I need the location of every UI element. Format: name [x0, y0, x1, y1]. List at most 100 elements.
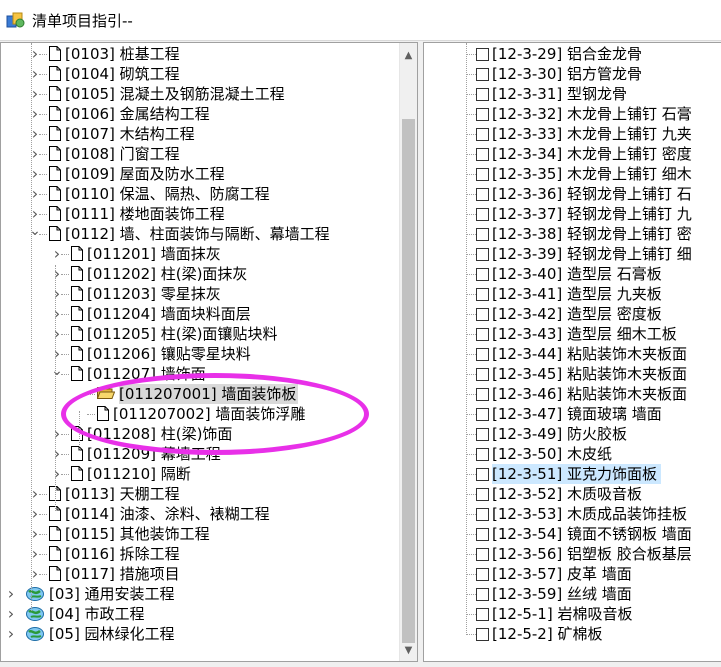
chevron-right-icon[interactable]: › [51, 304, 63, 324]
item-checkbox[interactable] [476, 468, 489, 481]
tree-row[interactable]: › [011210] 隔断 [1, 464, 400, 484]
item-checkbox[interactable] [476, 528, 489, 541]
tree-row[interactable]: › [0115] 其他装饰工程 [1, 524, 400, 544]
tree-row[interactable]: › [0106] 金属结构工程 [1, 104, 400, 124]
chevron-right-icon[interactable]: › [51, 424, 63, 444]
tree-row[interactable]: › [011204] 墙面块料面层 [1, 304, 400, 324]
list-item[interactable]: [12-3-56] 铝塑板 胶合板基层 [424, 544, 721, 564]
item-checkbox[interactable] [476, 408, 489, 421]
tree-row[interactable]: [011207001] 墙面装饰板 [1, 384, 400, 404]
item-checkbox[interactable] [476, 628, 489, 641]
tree-row[interactable]: ⌄ [011207] 墙饰面 [1, 364, 400, 384]
chevron-right-icon[interactable]: › [5, 604, 17, 624]
item-checkbox[interactable] [476, 68, 489, 81]
tree-row[interactable]: › [0109] 屋面及防水工程 [1, 164, 400, 184]
tree-row[interactable]: › [0110] 保温、隔热、防腐工程 [1, 184, 400, 204]
item-checkbox[interactable] [476, 168, 489, 181]
tree-row[interactable]: › [0113] 天棚工程 [1, 484, 400, 504]
list-item[interactable]: [12-3-50] 木皮纸 [424, 444, 721, 464]
item-checkbox[interactable] [476, 348, 489, 361]
list-item[interactable]: [12-3-35] 木龙骨上铺钉 细木 [424, 164, 721, 184]
list-item[interactable]: [12-3-32] 木龙骨上铺钉 石膏 [424, 104, 721, 124]
item-checkbox[interactable] [476, 488, 489, 501]
scroll-up-arrow-icon[interactable]: ▲ [400, 47, 417, 64]
tree-row[interactable]: › [04] 市政工程 [1, 604, 400, 624]
list-item[interactable]: [12-3-51] 亚克力饰面板 [424, 464, 721, 484]
tree-row[interactable]: › [011209] 幕墙工程 [1, 444, 400, 464]
item-checkbox[interactable] [476, 388, 489, 401]
item-checkbox[interactable] [476, 368, 489, 381]
list-item[interactable]: [12-3-59] 丝绒 墙面 [424, 584, 721, 604]
scroll-thumb[interactable] [402, 119, 415, 643]
item-checkbox[interactable] [476, 228, 489, 241]
item-checkbox[interactable] [476, 248, 489, 261]
list-item[interactable]: [12-3-29] 铝合金龙骨 [424, 44, 721, 64]
item-checkbox[interactable] [476, 308, 489, 321]
tree-row[interactable]: › [011201] 墙面抹灰 [1, 244, 400, 264]
item-checkbox[interactable] [476, 88, 489, 101]
tree-row[interactable]: › [0107] 木结构工程 [1, 124, 400, 144]
tree-row[interactable]: › [011202] 柱(梁)面抹灰 [1, 264, 400, 284]
chevron-down-icon[interactable]: ⌄ [51, 364, 63, 384]
tree-row[interactable]: › [0108] 门窗工程 [1, 144, 400, 164]
list-item[interactable]: [12-3-39] 轻钢龙骨上铺钉 细 [424, 244, 721, 264]
chevron-right-icon[interactable]: › [51, 284, 63, 304]
item-checkbox[interactable] [476, 508, 489, 521]
list-item[interactable]: [12-3-33] 木龙骨上铺钉 九夹 [424, 124, 721, 144]
tree-row[interactable]: [011207002] 墙面装饰浮雕 [1, 404, 400, 424]
chevron-right-icon[interactable]: › [51, 444, 63, 464]
list-item[interactable]: [12-5-2] 矿棉板 [424, 624, 721, 644]
item-checkbox[interactable] [476, 328, 489, 341]
list-item[interactable]: [12-3-36] 轻钢龙骨上铺钉 石 [424, 184, 721, 204]
chevron-right-icon[interactable]: › [51, 244, 63, 264]
list-item[interactable]: [12-3-42] 造型层 密度板 [424, 304, 721, 324]
item-checkbox[interactable] [476, 148, 489, 161]
list-item[interactable]: [12-3-47] 镜面玻璃 墙面 [424, 404, 721, 424]
list-item[interactable]: [12-3-30] 铝方管龙骨 [424, 64, 721, 84]
item-checkbox[interactable] [476, 608, 489, 621]
list-item[interactable]: [12-3-52] 木质吸音板 [424, 484, 721, 504]
list-item[interactable]: [12-3-34] 木龙骨上铺钉 密度 [424, 144, 721, 164]
list-item[interactable]: [12-3-37] 轻钢龙骨上铺钉 九 [424, 204, 721, 224]
tree-row[interactable]: › [0114] 油漆、涂料、裱糊工程 [1, 504, 400, 524]
tree-row[interactable]: › [0111] 楼地面装饰工程 [1, 204, 400, 224]
item-checkbox[interactable] [476, 48, 489, 61]
list-item[interactable]: [12-3-53] 木质成品装饰挂板 [424, 504, 721, 524]
list-item[interactable]: [12-3-44] 粘贴装饰木夹板面 [424, 344, 721, 364]
item-checkbox[interactable] [476, 588, 489, 601]
item-checkbox[interactable] [476, 568, 489, 581]
item-checkbox[interactable] [476, 288, 489, 301]
chevron-right-icon[interactable]: › [51, 344, 63, 364]
tree-row[interactable]: › [0116] 拆除工程 [1, 544, 400, 564]
item-checkbox[interactable] [476, 128, 489, 141]
item-checkbox[interactable] [476, 208, 489, 221]
list-item[interactable]: [12-3-45] 粘贴装饰木夹板面 [424, 364, 721, 384]
tree-row[interactable]: › [0104] 砌筑工程 [1, 64, 400, 84]
list-item[interactable]: [12-3-57] 皮革 墙面 [424, 564, 721, 584]
item-checkbox[interactable] [476, 548, 489, 561]
list-item[interactable]: [12-3-46] 粘贴装饰木夹板面 [424, 384, 721, 404]
tree-row[interactable]: › [0103] 桩基工程 [1, 44, 400, 64]
chevron-right-icon[interactable]: › [51, 464, 63, 484]
tree-row[interactable]: › [011203] 零星抹灰 [1, 284, 400, 304]
tree-row[interactable]: › [011205] 柱(梁)面镶贴块料 [1, 324, 400, 344]
tree-row[interactable]: › [011206] 镶贴零星块料 [1, 344, 400, 364]
scroll-down-arrow-icon[interactable]: ▼ [400, 642, 417, 659]
list-item[interactable]: [12-3-41] 造型层 九夹板 [424, 284, 721, 304]
chevron-right-icon[interactable]: › [51, 264, 63, 284]
item-checkbox[interactable] [476, 108, 489, 121]
tree-row[interactable]: › [0105] 混凝土及钢筋混凝土工程 [1, 84, 400, 104]
list-item[interactable]: [12-3-43] 造型层 细木工板 [424, 324, 721, 344]
item-checkbox[interactable] [476, 268, 489, 281]
list-item[interactable]: [12-3-40] 造型层 石膏板 [424, 264, 721, 284]
chevron-right-icon[interactable]: › [5, 584, 17, 604]
tree-row[interactable]: › [05] 园林绿化工程 [1, 624, 400, 644]
chevron-right-icon[interactable]: › [51, 324, 63, 344]
tree-row[interactable]: ⌄ [0112] 墙、柱面装饰与隔断、幕墙工程 [1, 224, 400, 244]
list-item[interactable]: [12-5-1] 岩棉吸音板 [424, 604, 721, 624]
list-item[interactable]: [12-3-31] 型钢龙骨 [424, 84, 721, 104]
list-item[interactable]: [12-3-49] 防火胶板 [424, 424, 721, 444]
item-checkbox[interactable] [476, 428, 489, 441]
list-item[interactable]: [12-3-54] 镜面不锈钢板 墙面 [424, 524, 721, 544]
tree-row[interactable]: › [0117] 措施项目 [1, 564, 400, 584]
